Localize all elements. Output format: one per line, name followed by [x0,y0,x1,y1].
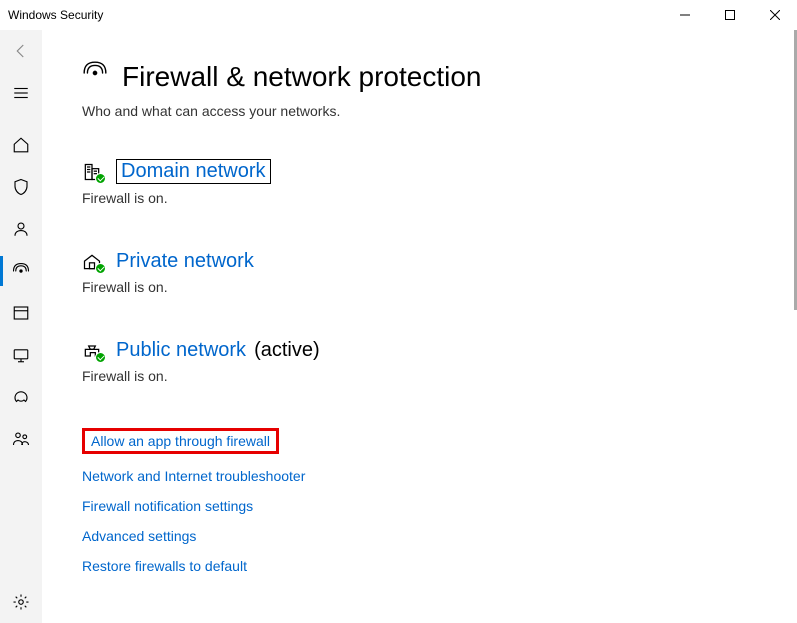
private-network-icon [82,252,102,272]
titlebar: Windows Security [0,0,797,30]
menu-button[interactable] [0,72,42,114]
main-content: Firewall & network protection Who and wh… [42,30,797,623]
notifications-link[interactable]: Firewall notification settings [82,498,253,514]
sidebar-item-account[interactable] [0,208,42,250]
check-badge-icon [95,263,106,274]
check-badge-icon [95,173,106,184]
domain-network-section: Domain network Firewall is on. [82,159,757,206]
sidebar [0,30,42,623]
public-network-link[interactable]: Public network [116,339,246,362]
sidebar-item-firewall[interactable] [0,250,42,292]
sidebar-item-virus[interactable] [0,166,42,208]
check-badge-icon [95,352,106,363]
private-network-section: Private network Firewall is on. [82,250,757,295]
advanced-link[interactable]: Advanced settings [82,528,196,544]
firewall-links: Allow an app through firewall Network an… [82,428,757,574]
window-title: Windows Security [8,8,103,22]
sidebar-item-home[interactable] [0,124,42,166]
back-button[interactable] [0,30,42,72]
page-subtitle: Who and what can access your networks. [82,103,757,119]
restore-link[interactable]: Restore firewalls to default [82,558,247,574]
domain-network-icon [82,162,102,182]
close-button[interactable] [752,0,797,30]
troubleshooter-link[interactable]: Network and Internet troubleshooter [82,468,305,484]
minimize-button[interactable] [662,0,707,30]
public-network-active-tag: (active) [254,339,320,362]
domain-network-status: Firewall is on. [82,190,757,206]
private-network-status: Firewall is on. [82,279,757,295]
sidebar-item-family[interactable] [0,418,42,460]
public-network-status: Firewall is on. [82,368,757,384]
maximize-button[interactable] [707,0,752,30]
public-network-icon [82,341,102,361]
firewall-icon [82,60,108,93]
allow-app-link[interactable]: Allow an app through firewall [91,433,270,449]
public-network-section: Public network (active) Firewall is on. [82,339,757,384]
sidebar-item-app-browser[interactable] [0,292,42,334]
page-title: Firewall & network protection [122,61,481,93]
sidebar-item-device-security[interactable] [0,334,42,376]
domain-network-link[interactable]: Domain network [116,159,271,184]
highlight-box: Allow an app through firewall [82,428,279,454]
private-network-link[interactable]: Private network [116,250,254,273]
sidebar-item-settings[interactable] [0,581,42,623]
sidebar-item-device-performance[interactable] [0,376,42,418]
